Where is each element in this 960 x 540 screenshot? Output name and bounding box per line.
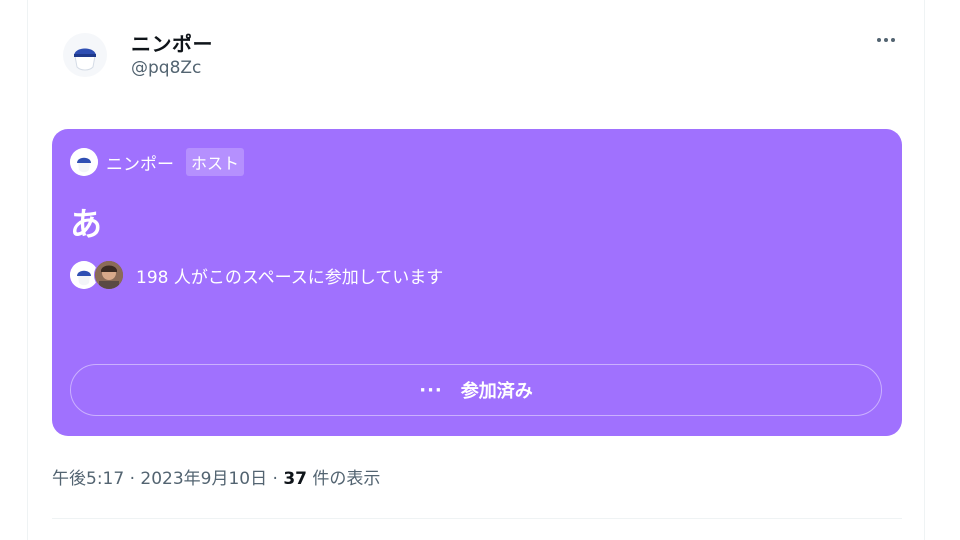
more-horizontal-icon bbox=[876, 38, 897, 42]
more-dots-icon: ··· bbox=[419, 379, 443, 401]
host-badge: ホスト bbox=[186, 148, 245, 176]
divider bbox=[52, 518, 902, 519]
post-date[interactable]: 2023年9月10日 bbox=[140, 469, 267, 489]
listener-avatar bbox=[94, 260, 124, 290]
views-count: 37 bbox=[283, 469, 308, 489]
post-time[interactable]: 午後5:17 bbox=[52, 469, 124, 489]
listener-row: 198 人がこのスペースに参加しています bbox=[70, 260, 443, 290]
user-handle[interactable]: @pq8Zc bbox=[131, 58, 201, 78]
host-avatar bbox=[70, 148, 98, 176]
space-title: あ bbox=[70, 205, 103, 243]
listener-count-text: 198 人がこのスペースに参加しています bbox=[136, 267, 444, 288]
joined-button[interactable]: ··· 参加済み bbox=[70, 364, 882, 416]
space-card[interactable]: ニンポー ホスト あ 198 人がこのスペースに参加しています ··· 参加済み bbox=[52, 129, 902, 436]
display-name[interactable]: ニンポー bbox=[131, 28, 213, 57]
post-meta: 午後5:17 · 2023年9月10日 · 37 件の表示 bbox=[52, 464, 380, 489]
more-options-button[interactable] bbox=[868, 26, 904, 54]
joined-button-label: 参加済み bbox=[460, 381, 533, 402]
space-host-row: ニンポー ホスト bbox=[70, 147, 245, 177]
profile-avatar[interactable] bbox=[63, 33, 107, 77]
avatar-illustration-icon bbox=[63, 33, 107, 77]
meta-separator: · bbox=[129, 469, 135, 489]
host-name: ニンポー bbox=[106, 154, 174, 175]
views-label: 件の表示 bbox=[312, 469, 381, 489]
meta-separator: · bbox=[272, 469, 278, 489]
